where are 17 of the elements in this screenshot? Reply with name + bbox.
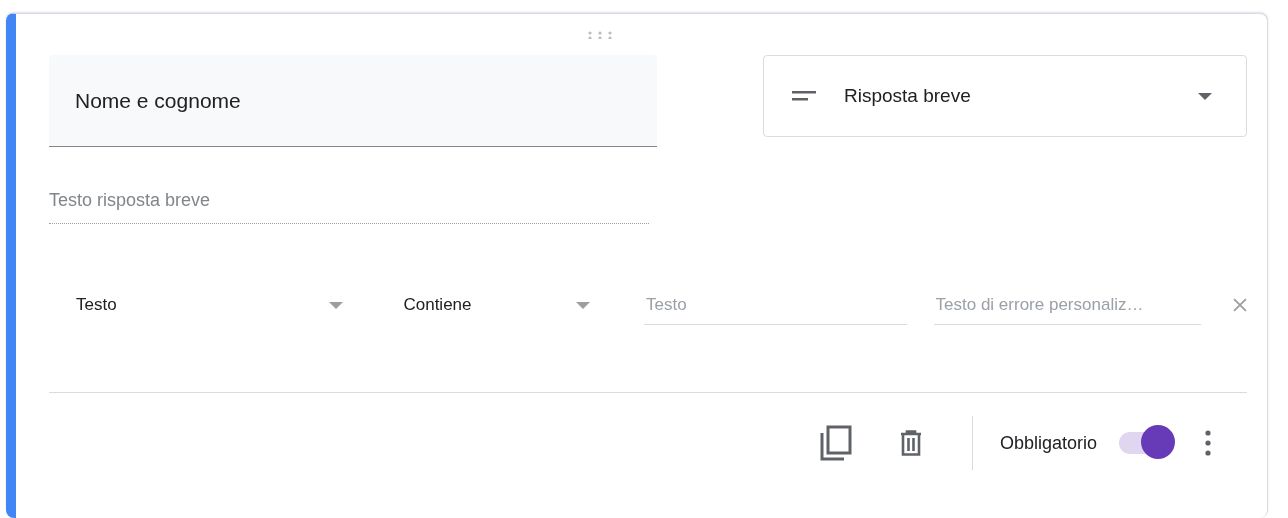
- delete-icon[interactable]: [899, 430, 922, 456]
- answer-field[interactable]: Testo risposta breve: [49, 190, 649, 224]
- error-text-input[interactable]: Testo di errore personaliz…: [933, 285, 1202, 325]
- condition-dropdown[interactable]: Contiene: [403, 295, 591, 315]
- copy-icon[interactable]: [819, 425, 852, 461]
- caret-icon: [576, 301, 591, 309]
- value-input[interactable]: Testo: [644, 285, 907, 325]
- more-options-icon[interactable]: [1205, 430, 1211, 456]
- validation-type-dropdown[interactable]: Testo: [76, 295, 344, 315]
- caret-icon: [329, 301, 344, 309]
- caret-icon: [1198, 92, 1212, 100]
- question-type-dropdown[interactable]: Risposta breve: [763, 55, 1247, 137]
- drag-handle-icon[interactable]: [587, 30, 614, 39]
- close-icon[interactable]: [1233, 298, 1247, 312]
- short-text-icon: [792, 91, 816, 101]
- required-label: Obbligatorio: [999, 432, 1097, 454]
- question-title-field[interactable]: Nome e cognome: [49, 55, 657, 147]
